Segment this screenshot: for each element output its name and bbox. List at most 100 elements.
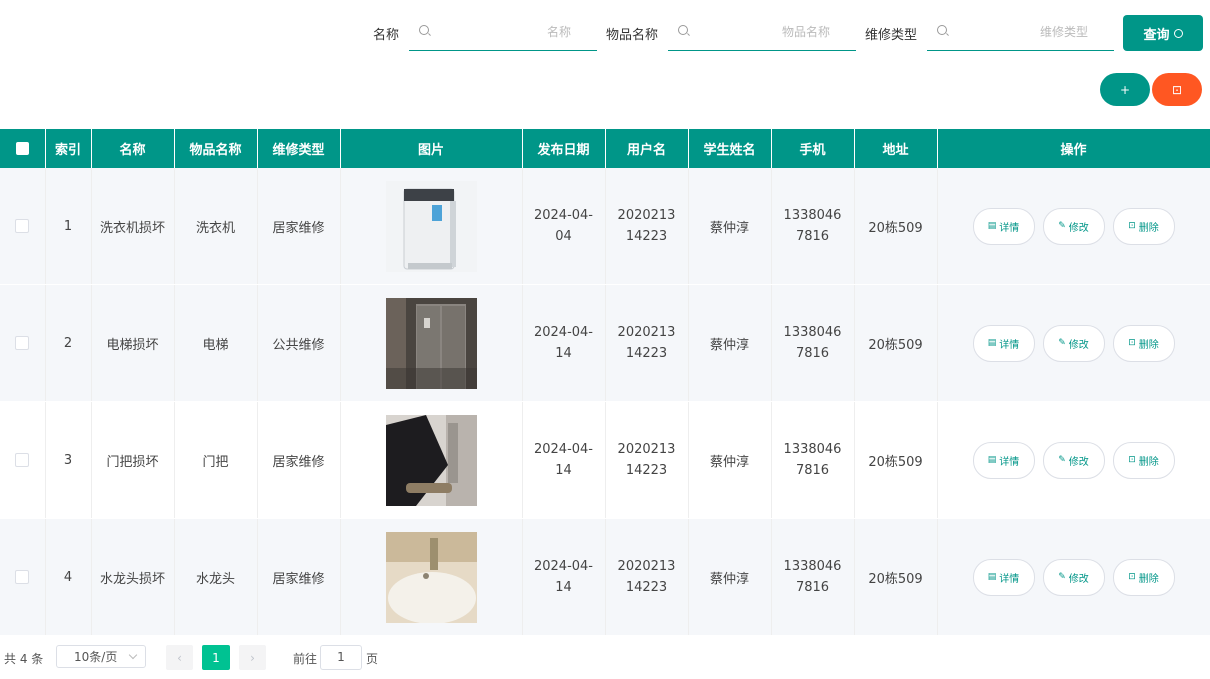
edit-button[interactable]: ✎ 修改 (1042, 441, 1105, 479)
item-cell: 洗衣机 (174, 168, 258, 285)
type-search-field[interactable] (927, 15, 1114, 51)
type-label: 维修类型 (865, 28, 918, 43)
edit-label: 修改 (1068, 573, 1089, 585)
table-header-row: 索引 名称 物品名称 维修类型 图片 发布日期 用户名 学生姓名 手机 地址 操… (0, 129, 1210, 168)
username-text: 202021314223 (617, 559, 676, 595)
index-cell: 3 (45, 401, 92, 519)
pagination: 共 4 条 10条/页 ‹ 1 › 前往 1 页 (0, 645, 1210, 670)
date-cell: 2024-04-14 (522, 401, 606, 519)
item-cell: 门把 (174, 401, 258, 519)
row-select-cell[interactable] (0, 518, 46, 636)
edit-button[interactable]: ✎ 修改 (1042, 558, 1105, 596)
prev-page-button[interactable]: ‹ (166, 645, 193, 670)
page-number-current[interactable]: 1 (202, 645, 230, 670)
doc-icon: ▤ (987, 572, 997, 582)
student-cell: 蔡仲淳 (688, 284, 772, 402)
pencil-icon: ✎ (1058, 221, 1066, 231)
trash-icon: ⊡ (1171, 82, 1183, 97)
select-all-checkbox[interactable] (15, 142, 29, 155)
plus-icon: + (1119, 82, 1131, 97)
detail-button[interactable]: ▤ 详情 (972, 441, 1035, 479)
phone-text: 13380467816 (783, 325, 842, 361)
delete-label: 删除 (1138, 456, 1159, 468)
select-all-header[interactable] (0, 129, 46, 168)
pencil-icon: ✎ (1058, 572, 1066, 582)
row-checkbox[interactable] (15, 570, 30, 584)
item-search-field[interactable] (668, 15, 856, 51)
faucet-image (385, 531, 477, 623)
elevator-image (385, 297, 477, 389)
phone-cell: 13380467816 (771, 168, 855, 285)
column-header: 手机 (771, 129, 855, 168)
delete-button[interactable]: ⊡ 删除 (1112, 441, 1175, 479)
column-header: 操作 (937, 129, 1210, 168)
address-cell: 20栋509 (854, 284, 938, 402)
edit-button[interactable]: ✎ 修改 (1042, 207, 1105, 245)
trash-icon: ⊡ (1128, 455, 1136, 465)
chevron-down-icon (128, 650, 138, 660)
image-cell (340, 401, 523, 519)
row-select-cell[interactable] (0, 168, 46, 285)
phone-text: 13380467816 (783, 442, 842, 478)
detail-button[interactable]: ▤ 详情 (972, 324, 1035, 362)
row-checkbox[interactable] (15, 336, 30, 350)
table-row: 4 水龙头损坏 水龙头 居家维修 2024-04-14 202021314223… (0, 518, 1210, 636)
pencil-icon: ✎ (1058, 455, 1066, 465)
type-cell: 公共维修 (257, 284, 341, 402)
page-size-select[interactable]: 10条/页 (56, 645, 146, 668)
search-icon (1173, 28, 1183, 38)
delete-button[interactable]: ⊡ 删除 (1112, 207, 1175, 245)
phone-text: 13380467816 (783, 559, 842, 595)
column-header: 用户名 (605, 129, 689, 168)
next-page-button[interactable]: › (239, 645, 266, 670)
edit-label: 修改 (1068, 456, 1089, 468)
page-suffix-label: 页 (366, 652, 379, 666)
goto-page-input[interactable]: 1 (320, 645, 362, 670)
batch-delete-button[interactable]: ⊡ (1152, 73, 1202, 106)
row-checkbox[interactable] (15, 453, 30, 467)
date-cell: 2024-04-04 (522, 168, 606, 285)
type-cell: 居家维修 (257, 518, 341, 636)
detail-button[interactable]: ▤ 详情 (972, 207, 1035, 245)
address-cell: 20栋509 (854, 401, 938, 519)
index-cell: 2 (45, 284, 92, 402)
door-handle-image (385, 414, 477, 506)
row-select-cell[interactable] (0, 401, 46, 519)
chevron-left-icon: ‹ (177, 650, 182, 665)
ops-cell: ▤ 详情 ✎ 修改 ⊡ 删除 (937, 168, 1210, 285)
edit-button[interactable]: ✎ 修改 (1042, 324, 1105, 362)
doc-icon: ▤ (987, 455, 997, 465)
phone-text: 13380467816 (783, 208, 842, 244)
column-header: 名称 (91, 129, 175, 168)
query-button[interactable]: 查询 (1123, 15, 1203, 51)
username-text: 202021314223 (617, 325, 676, 361)
type-cell: 居家维修 (257, 401, 341, 519)
detail-label: 详情 (999, 456, 1020, 468)
doc-icon: ▤ (987, 221, 997, 231)
row-select-cell[interactable] (0, 284, 46, 402)
index-cell: 1 (45, 168, 92, 285)
phone-cell: 13380467816 (771, 284, 855, 402)
phone-cell: 13380467816 (771, 518, 855, 636)
detail-button[interactable]: ▤ 详情 (972, 558, 1035, 596)
search-icon (678, 25, 688, 35)
delete-label: 删除 (1138, 339, 1159, 351)
column-header: 图片 (340, 129, 523, 168)
column-header: 维修类型 (257, 129, 341, 168)
name-input[interactable] (437, 22, 573, 42)
name-search-field[interactable] (409, 15, 597, 51)
item-input[interactable] (696, 22, 832, 42)
username-cell: 202021314223 (605, 168, 689, 285)
table-row: 2 电梯损坏 电梯 公共维修 2024-04-14 202021314223 蔡… (0, 284, 1210, 402)
column-header: 学生姓名 (688, 129, 772, 168)
date-text: 2024-04-14 (533, 442, 593, 478)
column-header: 索引 (45, 129, 92, 168)
student-cell: 蔡仲淳 (688, 518, 772, 636)
add-button[interactable]: + (1100, 73, 1150, 106)
data-table: 索引 名称 物品名称 维修类型 图片 发布日期 用户名 学生姓名 手机 地址 操… (0, 129, 1210, 636)
row-checkbox[interactable] (15, 219, 30, 233)
delete-button[interactable]: ⊡ 删除 (1112, 324, 1175, 362)
doc-icon: ▤ (987, 338, 997, 348)
type-input[interactable] (955, 22, 1090, 42)
delete-button[interactable]: ⊡ 删除 (1112, 558, 1175, 596)
